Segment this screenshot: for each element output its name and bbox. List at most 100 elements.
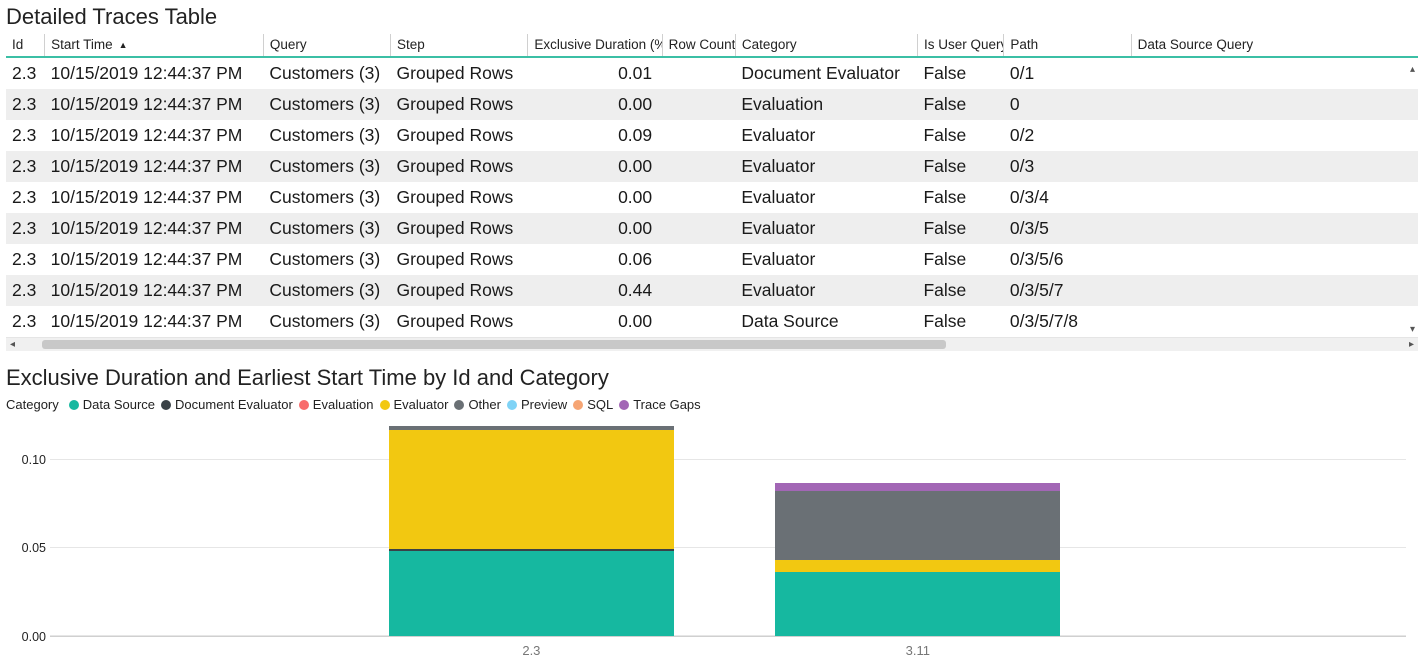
scroll-left-icon[interactable]: ◂ [10, 339, 15, 350]
column-header[interactable]: Data Source Query [1131, 34, 1418, 57]
column-header[interactable]: Exclusive Duration (%) [528, 34, 662, 57]
grid-line [50, 635, 1406, 636]
y-axis-tick: 0.00 [22, 630, 46, 644]
table-cell: 2.3 [6, 213, 45, 244]
table-cell: Customers (3) [263, 57, 390, 89]
table-cell: 0/1 [1004, 57, 1131, 89]
table-cell: 2.3 [6, 151, 45, 182]
legend-label: Document Evaluator [175, 397, 293, 412]
legend-dot-icon [69, 400, 79, 410]
table-cell: 0/3/5/6 [1004, 244, 1131, 275]
table-cell: Grouped Rows [391, 57, 528, 89]
table-cell: 10/15/2019 12:44:37 PM [45, 213, 264, 244]
bar-segment[interactable] [775, 491, 1060, 560]
table-cell: Grouped Rows [391, 89, 528, 120]
table-title: Detailed Traces Table [6, 4, 1418, 30]
table-cell: Customers (3) [263, 151, 390, 182]
bar-segment[interactable] [389, 430, 674, 550]
column-header[interactable]: Path [1004, 34, 1131, 57]
legend-dot-icon [454, 400, 464, 410]
traces-table-container: Id Start Time ▲ QueryStepExclusive Duration… [6, 34, 1418, 351]
table-cell: Evaluator [735, 182, 917, 213]
legend-item[interactable]: Preview [507, 397, 567, 412]
table-cell: 10/15/2019 12:44:37 PM [45, 57, 264, 89]
legend-item[interactable]: Data Source [69, 397, 155, 412]
table-cell: 0/3/5/7/8 [1004, 306, 1131, 337]
table-cell: False [917, 306, 1003, 337]
table-cell: False [917, 57, 1003, 89]
table-row[interactable]: 2.310/15/2019 12:44:37 PMCustomers (3)Gr… [6, 57, 1418, 89]
table-cell [662, 213, 735, 244]
column-header[interactable]: Is User Query [917, 34, 1003, 57]
table-row[interactable]: 2.310/15/2019 12:44:37 PMCustomers (3)Gr… [6, 275, 1418, 306]
column-header[interactable]: Row Count [662, 34, 735, 57]
table-row[interactable]: 2.310/15/2019 12:44:37 PMCustomers (3)Gr… [6, 182, 1418, 213]
table-row[interactable]: 2.310/15/2019 12:44:37 PMCustomers (3)Gr… [6, 89, 1418, 120]
table-cell [1131, 244, 1418, 275]
column-header[interactable]: Category [735, 34, 917, 57]
table-cell: 0.01 [528, 57, 662, 89]
scroll-up-icon[interactable]: ▴ [1410, 64, 1415, 75]
scroll-right-icon[interactable]: ▸ [1409, 339, 1414, 350]
legend-dot-icon [299, 400, 309, 410]
legend-item[interactable]: Other [454, 397, 501, 412]
legend-label: Preview [521, 397, 567, 412]
table-cell: 10/15/2019 12:44:37 PM [45, 120, 264, 151]
table-row[interactable]: 2.310/15/2019 12:44:37 PMCustomers (3)Gr… [6, 306, 1418, 337]
table-cell: 10/15/2019 12:44:37 PM [45, 151, 264, 182]
bar-segment[interactable] [389, 549, 674, 551]
table-cell: 0.00 [528, 306, 662, 337]
legend-item[interactable]: Evaluator [380, 397, 449, 412]
table-cell: 2.3 [6, 275, 45, 306]
table-cell: Customers (3) [263, 244, 390, 275]
scroll-thumb[interactable] [42, 340, 946, 349]
legend-label: Evaluator [394, 397, 449, 412]
table-cell [662, 151, 735, 182]
table-cell: False [917, 213, 1003, 244]
legend-dot-icon [161, 400, 171, 410]
column-header[interactable]: Query [263, 34, 390, 57]
y-axis-tick: 0.05 [22, 541, 46, 555]
legend-item[interactable]: Evaluation [299, 397, 374, 412]
column-header[interactable]: Step [391, 34, 528, 57]
legend-item[interactable]: Document Evaluator [161, 397, 293, 412]
table-cell: False [917, 120, 1003, 151]
horizontal-scrollbar[interactable]: ◂ ▸ [6, 337, 1418, 351]
table-cell: Grouped Rows [391, 275, 528, 306]
bar-segment[interactable] [389, 426, 674, 430]
x-axis-tick: 2.3 [522, 643, 540, 658]
table-cell [1131, 151, 1418, 182]
table-cell: Evaluator [735, 151, 917, 182]
table-cell: 0.06 [528, 244, 662, 275]
table-cell: Customers (3) [263, 89, 390, 120]
table-cell: Evaluator [735, 275, 917, 306]
stacked-bar-chart[interactable]: 0.000.050.10 2.33.11 [6, 425, 1418, 665]
table-row[interactable]: 2.310/15/2019 12:44:37 PMCustomers (3)Gr… [6, 120, 1418, 151]
bar-segment[interactable] [389, 551, 674, 635]
table-cell: False [917, 89, 1003, 120]
table-row[interactable]: 2.310/15/2019 12:44:37 PMCustomers (3)Gr… [6, 244, 1418, 275]
legend-item[interactable]: SQL [573, 397, 613, 412]
table-cell [1131, 57, 1418, 89]
scroll-down-icon[interactable]: ▾ [1410, 324, 1415, 335]
table-row[interactable]: 2.310/15/2019 12:44:37 PMCustomers (3)Gr… [6, 151, 1418, 182]
table-cell [662, 244, 735, 275]
legend-item[interactable]: Trace Gaps [619, 397, 700, 412]
table-cell: Grouped Rows [391, 244, 528, 275]
table-cell: Grouped Rows [391, 306, 528, 337]
table-cell: Data Source [735, 306, 917, 337]
column-header[interactable]: Start Time ▲ [45, 34, 264, 57]
table-cell: Customers (3) [263, 275, 390, 306]
column-header[interactable]: Id [6, 34, 45, 57]
bar-segment[interactable] [775, 572, 1060, 635]
traces-table[interactable]: Id Start Time ▲ QueryStepExclusive Duration… [6, 34, 1418, 337]
bar-segment[interactable] [775, 483, 1060, 492]
table-row[interactable]: 2.310/15/2019 12:44:37 PMCustomers (3)Gr… [6, 213, 1418, 244]
table-cell [1131, 120, 1418, 151]
sort-asc-icon: ▲ [119, 40, 128, 50]
table-cell: 10/15/2019 12:44:37 PM [45, 306, 264, 337]
column-label: Start Time [51, 37, 113, 52]
bar-segment[interactable] [775, 560, 1060, 572]
table-cell: 0.00 [528, 213, 662, 244]
x-axis-tick: 3.11 [906, 643, 930, 658]
